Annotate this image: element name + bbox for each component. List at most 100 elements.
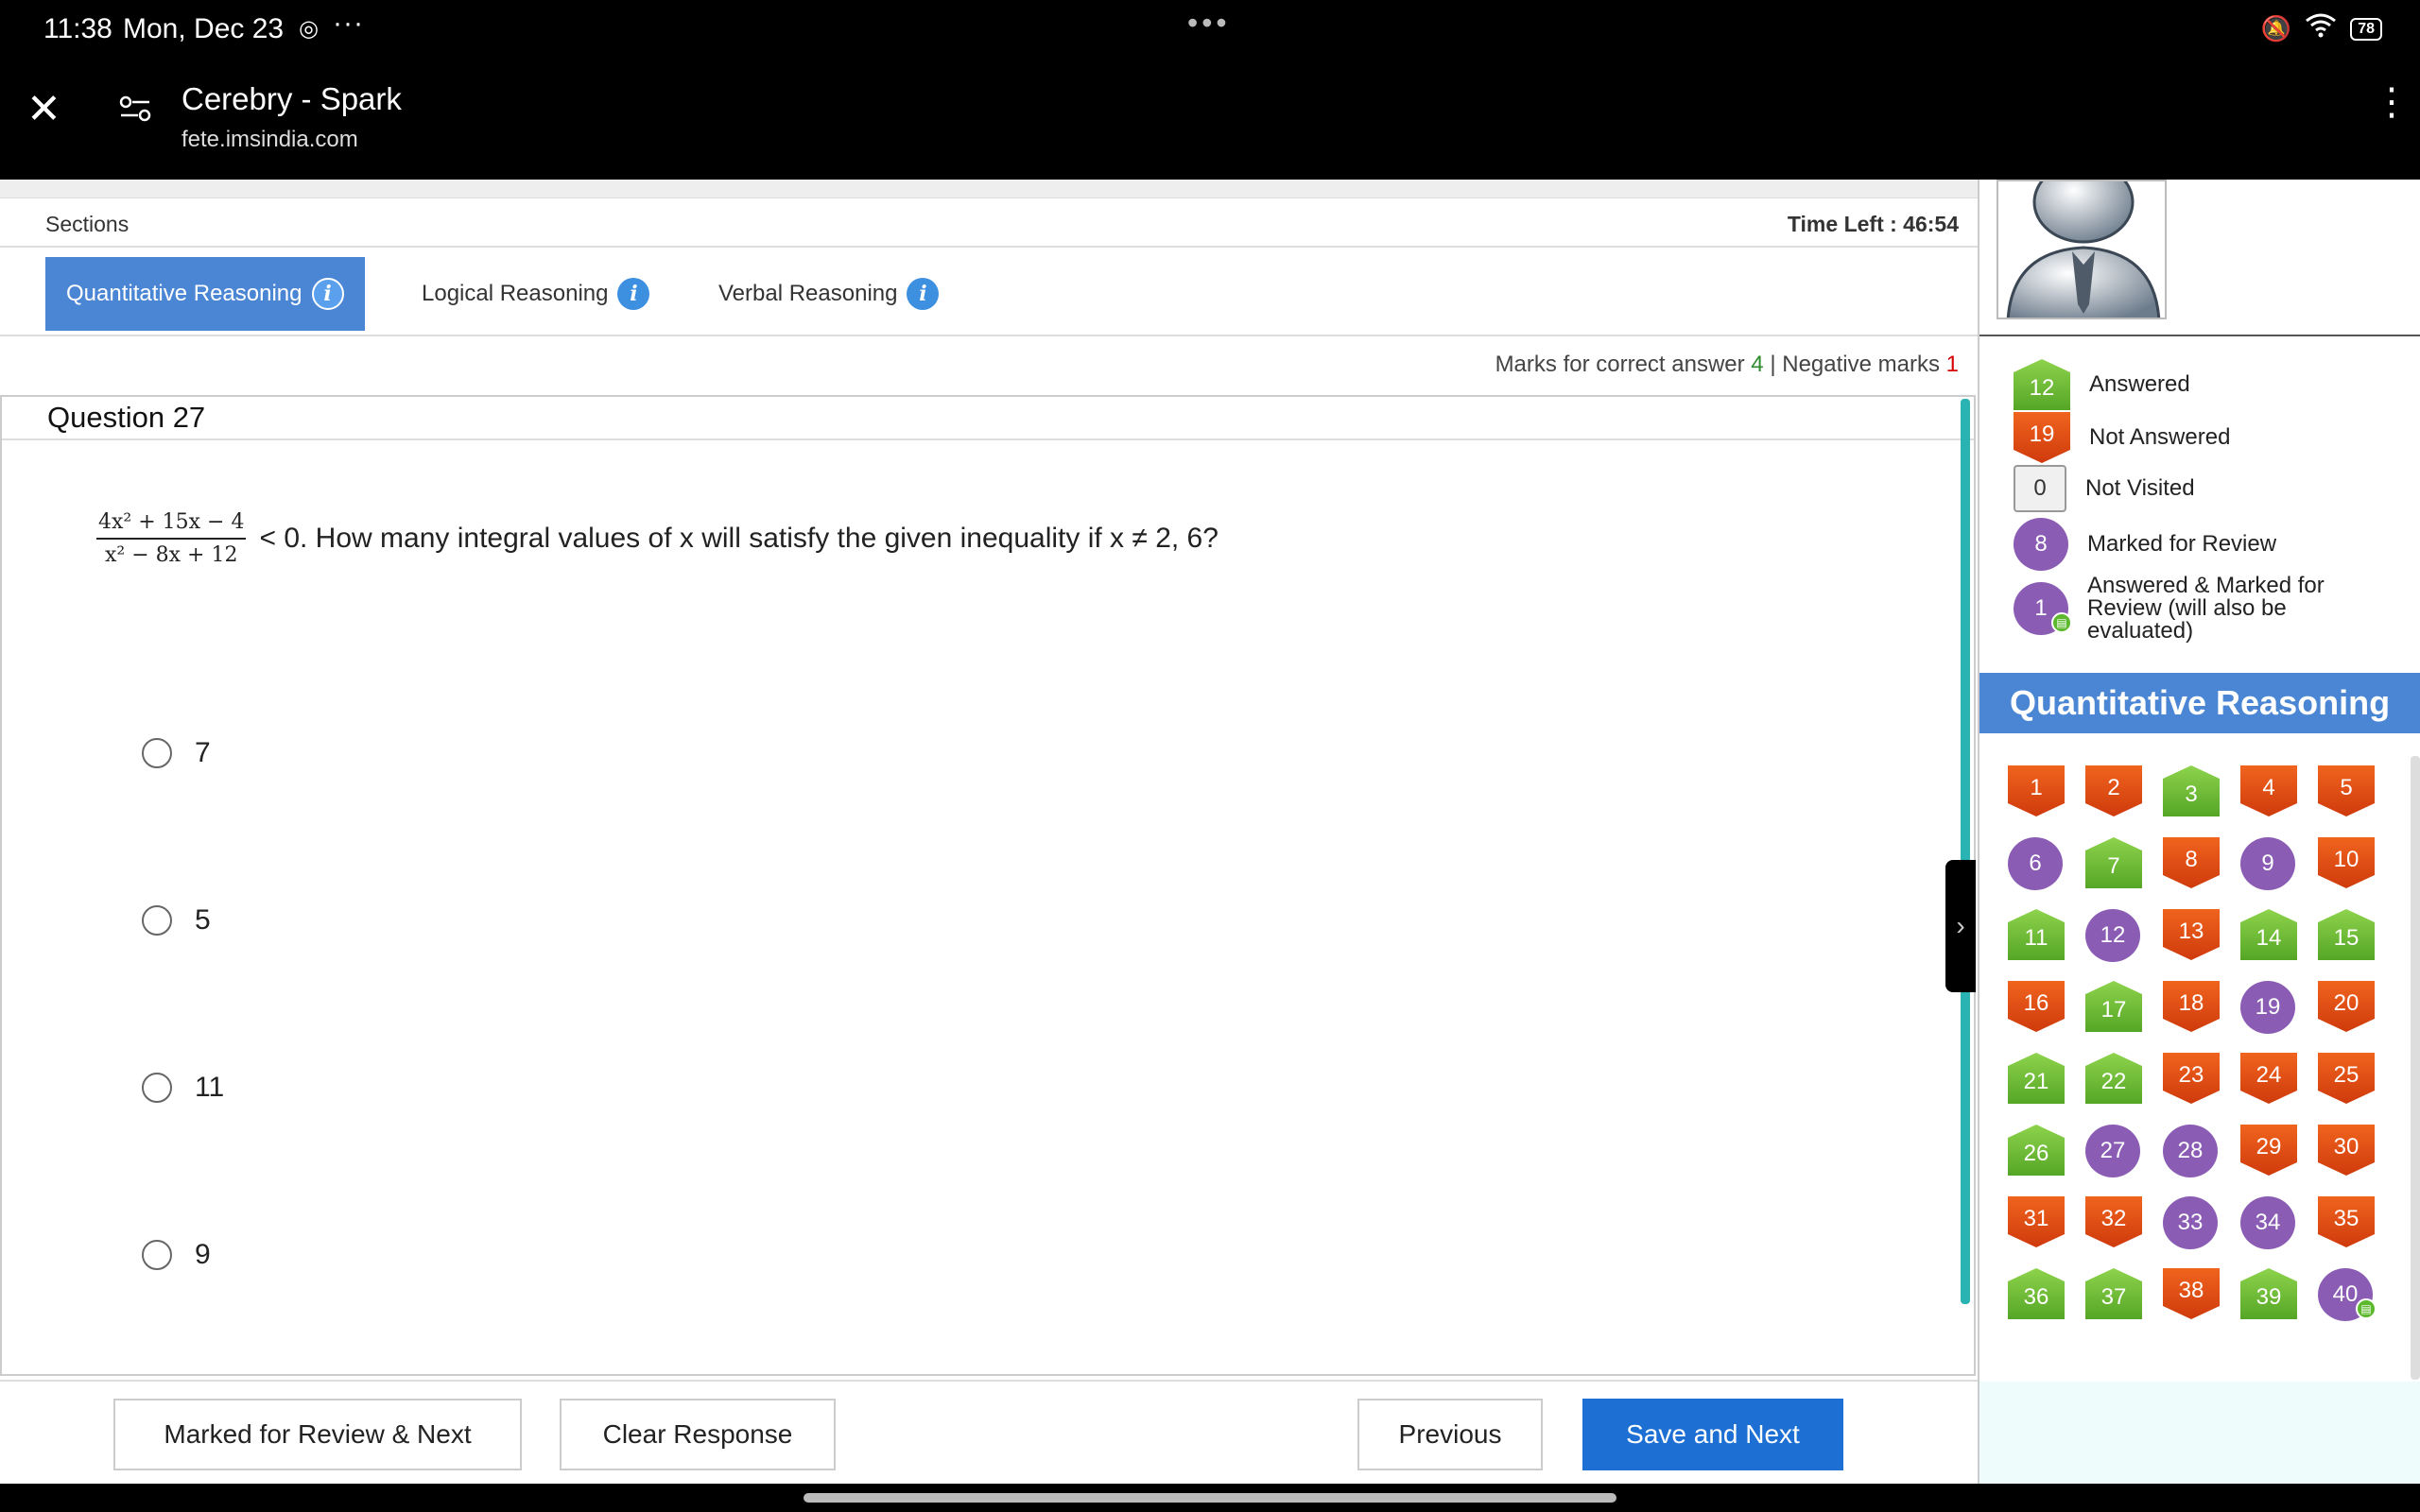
palette-question-4[interactable]: 4 — [2240, 765, 2297, 816]
palette-number: 12 — [2100, 922, 2126, 948]
palette-question-27[interactable]: 27 — [2085, 1125, 2140, 1177]
palette-question-21[interactable]: 21 — [2008, 1053, 2065, 1104]
palette-number: 38 — [2178, 1278, 2204, 1303]
palette-question-12[interactable]: 12 — [2085, 909, 2140, 962]
palette-question-23[interactable]: 23 — [2163, 1053, 2220, 1104]
palette-question-16[interactable]: 16 — [2008, 981, 2065, 1032]
overflow-menu-icon[interactable]: ⋮ — [2373, 83, 2411, 121]
multiwindow-handle-icon[interactable]: ••• — [1187, 6, 1231, 41]
palette-question-25[interactable]: 25 — [2318, 1053, 2375, 1104]
collapse-panel-chevron-icon[interactable]: › — [1945, 860, 1976, 992]
palette-question-5[interactable]: 5 — [2318, 765, 2375, 816]
palette-question-24[interactable]: 24 — [2240, 1053, 2297, 1104]
palette-question-2[interactable]: 2 — [2085, 765, 2142, 816]
palette-question-11[interactable]: 11 — [2008, 909, 2065, 960]
palette-question-14[interactable]: 14 — [2240, 909, 2297, 960]
tab-logical-reasoning[interactable]: Logical Reasoning i — [401, 257, 670, 331]
answered-check-icon: ▤ — [2356, 1298, 2377, 1319]
mark-review-next-button[interactable]: Marked for Review & Next — [113, 1399, 522, 1470]
palette-number: 29 — [2256, 1134, 2282, 1160]
status-bar: 11:38 Mon, Dec 23 ◎ ··· ••• 🔕 78 — [0, 0, 2420, 57]
palette-question-7[interactable]: 7 — [2085, 837, 2142, 888]
tab-quantitative-reasoning[interactable]: Quantitative Reasoning i — [45, 257, 365, 331]
palette-scrollbar[interactable] — [2411, 756, 2420, 1380]
question-panel: Question 27 › 4x² + 15x − 4 x² − 8x + 12… — [0, 395, 1976, 1376]
palette-number: 26 — [2023, 1141, 2049, 1166]
legend-label: Answered & Marked for Review (will also … — [2087, 573, 2325, 644]
previous-button[interactable]: Previous — [1357, 1399, 1543, 1470]
marks-separator: | — [1770, 352, 1776, 377]
negative-marks-value: 1 — [1945, 352, 1959, 377]
palette-number: 16 — [2023, 990, 2049, 1016]
palette-number: 5 — [2340, 775, 2353, 800]
palette-question-31[interactable]: 31 — [2008, 1196, 2065, 1247]
palette-question-37[interactable]: 37 — [2085, 1268, 2142, 1319]
palette-question-9[interactable]: 9 — [2240, 837, 2295, 890]
option-label: 7 — [195, 737, 211, 768]
mute-icon: 🔕 — [2260, 14, 2292, 43]
palette-question-26[interactable]: 26 — [2008, 1125, 2065, 1176]
palette-question-39[interactable]: 39 — [2240, 1268, 2297, 1319]
palette-question-10[interactable]: 10 — [2318, 837, 2375, 888]
option-d[interactable]: 9 — [142, 1239, 211, 1271]
wifi-icon — [2305, 13, 2337, 44]
legend-label: Marked for Review — [2087, 531, 2277, 557]
palette-number: 10 — [2333, 847, 2360, 872]
palette-question-13[interactable]: 13 — [2163, 909, 2220, 960]
palette-question-18[interactable]: 18 — [2163, 981, 2220, 1032]
sections-row: Sections Time Left : 46:54 — [0, 198, 1978, 248]
info-icon[interactable]: i — [311, 278, 344, 310]
clear-response-button[interactable]: Clear Response — [560, 1399, 836, 1470]
radio-button[interactable] — [142, 738, 172, 768]
palette-question-33[interactable]: 33 — [2163, 1196, 2218, 1249]
clock: 11:38 — [43, 13, 112, 44]
radio-button[interactable] — [142, 905, 172, 936]
info-icon[interactable]: i — [617, 278, 650, 310]
negative-marks-label: Negative marks — [1782, 352, 1940, 377]
save-next-button[interactable]: Save and Next — [1582, 1399, 1843, 1470]
palette-question-40[interactable]: 40 ▤ — [2318, 1268, 2377, 1321]
palette-question-6[interactable]: 6 — [2008, 837, 2063, 890]
palette-question-34[interactable]: 34 — [2240, 1196, 2295, 1249]
palette-question-38[interactable]: 38 — [2163, 1268, 2220, 1319]
radio-button[interactable] — [142, 1240, 172, 1270]
palette-question-19[interactable]: 19 — [2240, 981, 2295, 1034]
palette-question-22[interactable]: 22 — [2085, 1053, 2142, 1104]
close-icon[interactable]: ✕ — [26, 85, 61, 133]
scrollbar[interactable] — [1961, 399, 1970, 1304]
legend-answered-marked: 1 ▤ Answered & Marked for Review (will a… — [2014, 575, 2392, 643]
question-text: 4x² + 15x − 4 x² − 8x + 12 < 0. How many… — [96, 510, 1219, 567]
palette-question-8[interactable]: 8 — [2163, 837, 2220, 888]
palette-number: 21 — [2023, 1069, 2049, 1094]
option-a[interactable]: 7 — [142, 737, 211, 769]
palette-question-35[interactable]: 35 — [2318, 1196, 2375, 1247]
palette-question-29[interactable]: 29 — [2240, 1125, 2297, 1176]
palette-number: 28 — [2177, 1138, 2204, 1163]
palette-question-20[interactable]: 20 — [2318, 981, 2375, 1032]
section-tabs: Quantitative Reasoning i Logical Reasoni… — [0, 249, 1978, 336]
home-indicator[interactable] — [804, 1493, 1616, 1503]
radio-button[interactable] — [142, 1073, 172, 1103]
site-settings-icon[interactable] — [119, 94, 151, 123]
palette-question-30[interactable]: 30 — [2318, 1125, 2375, 1176]
palette-question-3[interactable]: 3 — [2163, 765, 2220, 816]
palette-question-15[interactable]: 15 — [2318, 909, 2375, 960]
palette-number: 20 — [2333, 990, 2360, 1016]
palette-question-1[interactable]: 1 — [2008, 765, 2065, 816]
palette-question-28[interactable]: 28 — [2163, 1125, 2218, 1177]
palette-number: 40 — [2332, 1281, 2359, 1307]
sections-label: Sections — [45, 212, 130, 236]
palette-number: 35 — [2333, 1206, 2360, 1231]
palette-question-17[interactable]: 17 — [2085, 981, 2142, 1032]
palette-number: 6 — [2029, 850, 2042, 876]
battery-icon: 78 — [2350, 17, 2382, 41]
palette-question-32[interactable]: 32 — [2085, 1196, 2142, 1247]
palette-number: 18 — [2178, 990, 2204, 1016]
palette-number: 2 — [2107, 775, 2120, 800]
option-c[interactable]: 11 — [142, 1072, 224, 1104]
tab-verbal-reasoning[interactable]: Verbal Reasoning i — [698, 257, 959, 331]
palette-number: 23 — [2178, 1062, 2204, 1088]
option-b[interactable]: 5 — [142, 904, 211, 936]
info-icon[interactable]: i — [907, 278, 940, 310]
palette-question-36[interactable]: 36 — [2008, 1268, 2065, 1319]
